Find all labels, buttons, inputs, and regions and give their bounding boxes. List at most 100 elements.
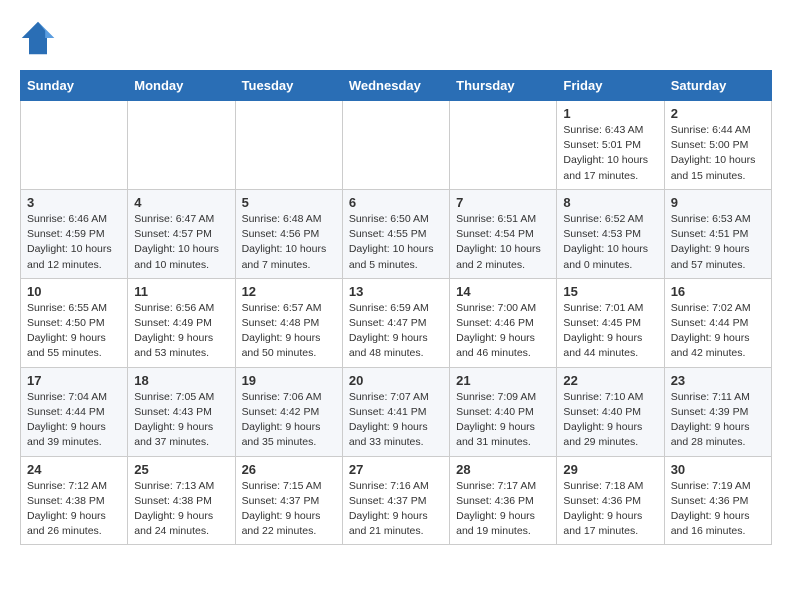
calendar-cell: 15 Sunrise: 7:01 AM Sunset: 4:45 PM Dayli… — [557, 278, 664, 367]
day-number: 10 — [27, 284, 121, 299]
day-number: 18 — [134, 373, 228, 388]
day-info: Sunrise: 7:00 AM Sunset: 4:46 PM Dayligh… — [456, 302, 536, 360]
day-info: Sunrise: 7:02 AM Sunset: 4:44 PM Dayligh… — [671, 302, 751, 360]
calendar-cell: 13 Sunrise: 6:59 AM Sunset: 4:47 PM Dayli… — [342, 278, 449, 367]
calendar-cell: 6 Sunrise: 6:50 AM Sunset: 4:55 PM Daylig… — [342, 189, 449, 278]
calendar-cell: 25Sunrise: 7:13 AM Sunset: 4:38 PM Dayli… — [128, 456, 235, 545]
weekday-header-row: SundayMondayTuesdayWednesdayThursdayFrid… — [21, 71, 772, 101]
weekday-header-friday: Friday — [557, 71, 664, 101]
day-info: Sunrise: 6:50 AM Sunset: 4:55 PM Dayligh… — [349, 213, 434, 271]
calendar-cell: 4 Sunrise: 6:47 AM Sunset: 4:57 PM Daylig… — [128, 189, 235, 278]
day-number: 23 — [671, 373, 765, 388]
day-info: Sunrise: 6:55 AM Sunset: 4:50 PM Dayligh… — [27, 302, 107, 360]
calendar-cell: 2Sunrise: 6:44 AM Sunset: 5:00 PM Daylig… — [664, 101, 771, 190]
day-info: Sunrise: 6:51 AM Sunset: 4:54 PM Dayligh… — [456, 213, 541, 271]
day-number: 1 — [563, 106, 657, 121]
weekday-header-monday: Monday — [128, 71, 235, 101]
calendar-cell: 24 Sunrise: 7:12 AM Sunset: 4:38 PM Dayli… — [21, 456, 128, 545]
calendar-cell — [21, 101, 128, 190]
day-number: 22 — [563, 373, 657, 388]
calendar-cell: 19Sunrise: 7:06 AM Sunset: 4:42 PM Dayli… — [235, 367, 342, 456]
day-info: Sunrise: 7:01 AM Sunset: 4:45 PM Dayligh… — [563, 302, 643, 360]
calendar-week-4: 17Sunrise: 7:04 AM Sunset: 4:44 PM Dayli… — [21, 367, 772, 456]
calendar-week-5: 24 Sunrise: 7:12 AM Sunset: 4:38 PM Dayli… — [21, 456, 772, 545]
calendar-header: SundayMondayTuesdayWednesdayThursdayFrid… — [21, 71, 772, 101]
day-number: 21 — [456, 373, 550, 388]
day-number: 4 — [134, 195, 228, 210]
weekday-header-thursday: Thursday — [450, 71, 557, 101]
calendar-cell — [235, 101, 342, 190]
day-info: Sunrise: 7:17 AM Sunset: 4:36 PM Dayligh… — [456, 480, 536, 538]
calendar-cell: 7 Sunrise: 6:51 AM Sunset: 4:54 PM Daylig… — [450, 189, 557, 278]
weekday-header-saturday: Saturday — [664, 71, 771, 101]
weekday-header-wednesday: Wednesday — [342, 71, 449, 101]
calendar-cell: 20 Sunrise: 7:07 AM Sunset: 4:41 PM Dayli… — [342, 367, 449, 456]
day-info: Sunrise: 7:10 AM Sunset: 4:40 PM Dayligh… — [563, 391, 643, 449]
day-info: Sunrise: 7:06 AM Sunset: 4:42 PM Dayligh… — [242, 391, 322, 449]
calendar-cell: 21Sunrise: 7:09 AM Sunset: 4:40 PM Dayli… — [450, 367, 557, 456]
calendar-cell: 5 Sunrise: 6:48 AM Sunset: 4:56 PM Daylig… — [235, 189, 342, 278]
day-number: 16 — [671, 284, 765, 299]
day-info: Sunrise: 6:53 AM Sunset: 4:51 PM Dayligh… — [671, 213, 751, 271]
day-number: 13 — [349, 284, 443, 299]
calendar-cell: 27 Sunrise: 7:16 AM Sunset: 4:37 PM Dayli… — [342, 456, 449, 545]
calendar-cell: 1 Sunrise: 6:43 AM Sunset: 5:01 PM Daylig… — [557, 101, 664, 190]
calendar-cell: 18 Sunrise: 7:05 AM Sunset: 4:43 PM Dayli… — [128, 367, 235, 456]
day-number: 26 — [242, 462, 336, 477]
day-info: Sunrise: 6:52 AM Sunset: 4:53 PM Dayligh… — [563, 213, 648, 271]
calendar-cell: 10 Sunrise: 6:55 AM Sunset: 4:50 PM Dayli… — [21, 278, 128, 367]
calendar-cell: 8Sunrise: 6:52 AM Sunset: 4:53 PM Daylig… — [557, 189, 664, 278]
day-info: Sunrise: 7:19 AM Sunset: 4:36 PM Dayligh… — [671, 480, 751, 538]
day-info: Sunrise: 7:16 AM Sunset: 4:37 PM Dayligh… — [349, 480, 429, 538]
calendar-cell: 16 Sunrise: 7:02 AM Sunset: 4:44 PM Dayli… — [664, 278, 771, 367]
calendar-week-3: 10 Sunrise: 6:55 AM Sunset: 4:50 PM Dayli… — [21, 278, 772, 367]
logo-icon — [20, 20, 56, 56]
calendar-cell: 29 Sunrise: 7:18 AM Sunset: 4:36 PM Dayli… — [557, 456, 664, 545]
day-info: Sunrise: 7:07 AM Sunset: 4:41 PM Dayligh… — [349, 391, 429, 449]
day-number: 14 — [456, 284, 550, 299]
day-info: Sunrise: 6:47 AM Sunset: 4:57 PM Dayligh… — [134, 213, 219, 271]
calendar-cell: 3 Sunrise: 6:46 AM Sunset: 4:59 PM Daylig… — [21, 189, 128, 278]
calendar-cell: 17Sunrise: 7:04 AM Sunset: 4:44 PM Dayli… — [21, 367, 128, 456]
calendar-cell: 23 Sunrise: 7:11 AM Sunset: 4:39 PM Dayli… — [664, 367, 771, 456]
day-number: 30 — [671, 462, 765, 477]
day-info: Sunrise: 6:48 AM Sunset: 4:56 PM Dayligh… — [242, 213, 327, 271]
calendar-cell: 14 Sunrise: 7:00 AM Sunset: 4:46 PM Dayli… — [450, 278, 557, 367]
calendar-cell: 12Sunrise: 6:57 AM Sunset: 4:48 PM Dayli… — [235, 278, 342, 367]
calendar-cell: 11 Sunrise: 6:56 AM Sunset: 4:49 PM Dayli… — [128, 278, 235, 367]
day-number: 20 — [349, 373, 443, 388]
day-info: Sunrise: 7:12 AM Sunset: 4:38 PM Dayligh… — [27, 480, 107, 538]
calendar-cell: 26 Sunrise: 7:15 AM Sunset: 4:37 PM Dayli… — [235, 456, 342, 545]
day-number: 29 — [563, 462, 657, 477]
calendar-cell: 22 Sunrise: 7:10 AM Sunset: 4:40 PM Dayli… — [557, 367, 664, 456]
calendar-table: SundayMondayTuesdayWednesdayThursdayFrid… — [20, 70, 772, 545]
day-number: 24 — [27, 462, 121, 477]
day-number: 6 — [349, 195, 443, 210]
calendar-week-2: 3 Sunrise: 6:46 AM Sunset: 4:59 PM Daylig… — [21, 189, 772, 278]
day-info: Sunrise: 7:18 AM Sunset: 4:36 PM Dayligh… — [563, 480, 643, 538]
logo — [20, 20, 62, 56]
day-info: Sunrise: 7:13 AM Sunset: 4:38 PM Dayligh… — [134, 480, 214, 538]
day-number: 2 — [671, 106, 765, 121]
day-number: 11 — [134, 284, 228, 299]
day-number: 27 — [349, 462, 443, 477]
day-info: Sunrise: 6:43 AM Sunset: 5:01 PM Dayligh… — [563, 124, 648, 182]
day-info: Sunrise: 7:15 AM Sunset: 4:37 PM Dayligh… — [242, 480, 322, 538]
day-info: Sunrise: 7:05 AM Sunset: 4:43 PM Dayligh… — [134, 391, 214, 449]
calendar-body: 1 Sunrise: 6:43 AM Sunset: 5:01 PM Daylig… — [21, 101, 772, 545]
day-info: Sunrise: 6:59 AM Sunset: 4:47 PM Dayligh… — [349, 302, 429, 360]
weekday-header-tuesday: Tuesday — [235, 71, 342, 101]
day-number: 12 — [242, 284, 336, 299]
day-number: 5 — [242, 195, 336, 210]
day-info: Sunrise: 6:56 AM Sunset: 4:49 PM Dayligh… — [134, 302, 214, 360]
page: SundayMondayTuesdayWednesdayThursdayFrid… — [0, 0, 792, 555]
day-number: 3 — [27, 195, 121, 210]
calendar-week-1: 1 Sunrise: 6:43 AM Sunset: 5:01 PM Daylig… — [21, 101, 772, 190]
day-info: Sunrise: 7:11 AM Sunset: 4:39 PM Dayligh… — [671, 391, 750, 449]
day-number: 15 — [563, 284, 657, 299]
day-number: 7 — [456, 195, 550, 210]
calendar-cell: 9Sunrise: 6:53 AM Sunset: 4:51 PM Daylig… — [664, 189, 771, 278]
day-number: 28 — [456, 462, 550, 477]
day-info: Sunrise: 6:46 AM Sunset: 4:59 PM Dayligh… — [27, 213, 112, 271]
header — [20, 20, 772, 56]
